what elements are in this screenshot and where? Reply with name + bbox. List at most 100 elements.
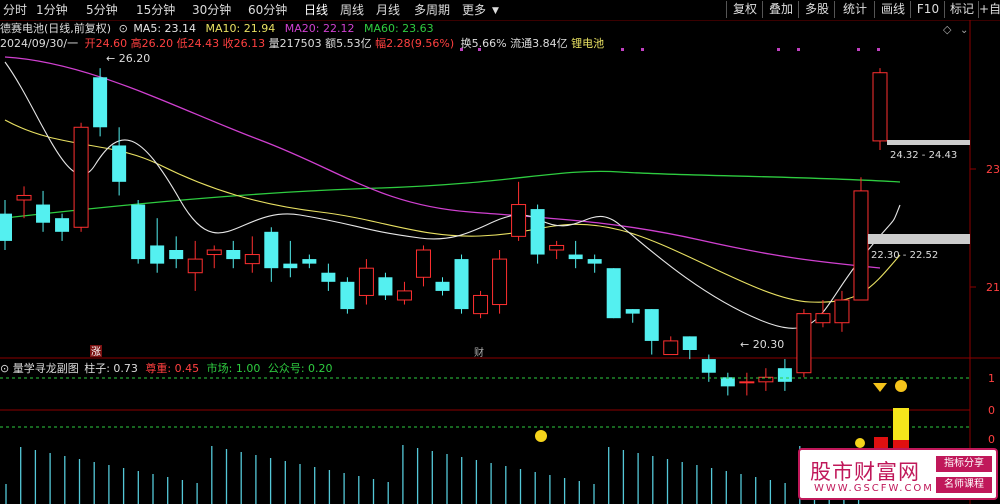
candle-body	[758, 376, 774, 383]
candle-body	[701, 359, 716, 373]
candlestick-chart[interactable]: 23 21 ◇ ⌄ ← 26.20 ← 20.30 24.32 - 24.43 …	[0, 0, 1000, 504]
watermark-tag: 名师课程	[936, 477, 992, 493]
candle-body	[16, 194, 32, 201]
button-duogu[interactable]: 多股	[798, 1, 835, 18]
tab-multi-period[interactable]: 多周期	[414, 2, 450, 18]
candle-body	[112, 145, 127, 182]
candle-body	[663, 340, 679, 356]
button-huaxian[interactable]: 画线	[874, 1, 911, 18]
ma5-label: MA5: 23.14	[133, 22, 197, 35]
volume-label: 量217503	[268, 37, 322, 50]
ma20-line	[4, 56, 881, 269]
button-zixuan[interactable]: +自选	[978, 1, 1000, 18]
zhang-marker-bg	[90, 345, 102, 357]
candle-body	[568, 254, 583, 260]
candle-body	[55, 218, 70, 232]
button-tongji[interactable]: 统计	[834, 1, 875, 18]
diamond-signal-icon	[873, 383, 887, 392]
watermark-title: 股市财富网	[810, 460, 920, 484]
button-biaoji[interactable]: 标记	[944, 1, 979, 18]
candle-body	[131, 204, 146, 260]
candle-body	[739, 381, 755, 384]
button-f10[interactable]: F10	[910, 1, 945, 18]
high-price-label: ← 26.20	[106, 52, 150, 65]
candle-body	[378, 277, 393, 296]
candle-body	[549, 244, 565, 251]
chevron-down-icon[interactable]: ▼	[492, 3, 499, 19]
close-label: 收26.13	[222, 37, 266, 50]
ma10-label: MA10: 21.94	[205, 22, 276, 35]
candle-body	[226, 250, 241, 260]
gongzhonghao-value: 公众号: 0.20	[267, 362, 333, 375]
button-diejia[interactable]: 叠加	[762, 1, 799, 18]
candle-body	[264, 231, 279, 269]
axis-tick-21: 21	[986, 281, 1000, 294]
candle-body	[169, 250, 184, 260]
support-zone-bar	[868, 234, 970, 244]
stock-title: 德赛电池(日线,前复权)	[0, 22, 112, 35]
ind-axis-1: 1	[988, 372, 995, 385]
zunzhong-value: 尊重: 0.45	[145, 362, 200, 375]
smiley-icon	[535, 430, 547, 442]
watermark-logo: 股市财富网 WWW.GSCFW.COM 指标分享 名师课程	[798, 448, 998, 500]
ma-info-row: 德赛电池(日线,前复权) ⊙ MA5: 23.14 MA10: 21.94 MA…	[0, 21, 434, 36]
candle-body	[815, 313, 831, 324]
candle-body	[36, 204, 51, 223]
candle-body	[0, 213, 12, 241]
candle-body	[415, 249, 431, 278]
collapse-icon[interactable]: ⊙	[119, 22, 128, 35]
ind-axis-0a: 0	[988, 404, 995, 417]
tab-weekly[interactable]: 周线	[340, 2, 364, 18]
candle-body	[644, 309, 659, 341]
candle-body	[682, 336, 697, 350]
candle-body	[796, 313, 812, 374]
indicator-info-row: ⊙ 量学寻龙副图 柱子: 0.73 尊重: 0.45 市场: 1.00 公众号:…	[0, 362, 333, 376]
high-label: 高26.20	[130, 37, 174, 50]
tab-fenshi[interactable]: 分时	[3, 2, 27, 18]
tab-1min[interactable]: 1分钟	[36, 2, 68, 18]
tab-30min[interactable]: 30分钟	[192, 2, 231, 18]
candle-body	[853, 190, 869, 301]
tab-monthly[interactable]: 月线	[376, 2, 400, 18]
smiley-icon	[855, 438, 865, 448]
candle-body	[435, 281, 450, 291]
cai-marker: 财	[474, 346, 484, 359]
tab-60min[interactable]: 60分钟	[248, 2, 287, 18]
amplitude-label: 幅2.28(9.56%)	[375, 37, 455, 50]
button-fuquan[interactable]: 复权	[726, 1, 763, 18]
collapse-icon[interactable]: ⊙	[0, 362, 9, 375]
indicator-bars-group	[5, 445, 860, 504]
zhang-marker: 涨	[91, 346, 101, 358]
float-label: 流通3.84亿	[510, 37, 568, 50]
indicator-name: 量学寻龙副图	[12, 362, 79, 375]
tab-15min[interactable]: 15分钟	[136, 2, 175, 18]
watermark-tag: 指标分享	[936, 456, 992, 472]
candle-body	[777, 368, 792, 382]
ohlc-info-row: 2024/09/30/一 开24.60 高26.20 低24.43 收26.13…	[0, 36, 604, 51]
candle-body	[625, 309, 640, 314]
ma20-label: MA20: 22.12	[284, 22, 355, 35]
watermark-url: WWW.GSCFW.COM	[814, 483, 934, 494]
diamond-icon: ◇	[943, 23, 952, 36]
tab-daily[interactable]: 日线	[304, 2, 328, 18]
low-price-label: ← 20.30	[740, 338, 784, 351]
candle-body	[73, 126, 89, 228]
chevron-down-icon: ⌄	[960, 25, 968, 36]
open-label: 开24.60	[84, 37, 128, 50]
candle-body	[93, 77, 108, 128]
turnover-label: 换5.66%	[460, 37, 507, 50]
ma60-label: MA60: 23.63	[363, 22, 434, 35]
candle-body	[720, 377, 735, 387]
axis-tick-23: 23	[986, 163, 1000, 176]
zhuzi-value: 柱子: 0.73	[84, 362, 138, 375]
candle-body	[530, 209, 545, 255]
tab-5min[interactable]: 5分钟	[86, 2, 118, 18]
tab-more[interactable]: 更多	[462, 2, 486, 18]
candle-body	[283, 263, 298, 269]
candle-body	[187, 258, 203, 274]
candle-body	[244, 254, 260, 265]
resistance-zone-bar	[887, 140, 970, 145]
ma5-line	[4, 61, 901, 329]
candle-body	[302, 259, 317, 264]
candle-body	[321, 272, 336, 282]
